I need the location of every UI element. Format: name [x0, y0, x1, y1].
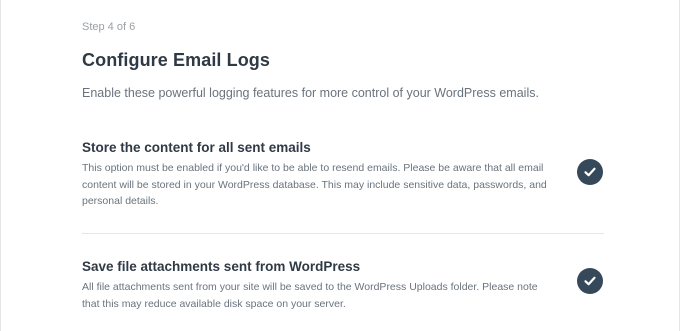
setup-wizard-panel: Step 4 of 6 Configure Email Logs Enable …	[0, 0, 680, 331]
page-title: Configure Email Logs	[82, 50, 271, 70]
section-divider	[82, 233, 604, 234]
option-store-email-content: Store the content for all sent emails Th…	[82, 139, 604, 210]
store-content-toggle[interactable]	[577, 159, 603, 185]
checkmark-icon	[584, 167, 596, 177]
save-attachments-toggle[interactable]	[577, 268, 603, 294]
option-save-attachments: Save file attachments sent from WordPres…	[82, 258, 604, 312]
checkmark-icon	[584, 276, 596, 286]
option-description: This option must be enabled if you'd lik…	[82, 162, 547, 207]
option-title: Store the content for all sent emails	[82, 140, 311, 155]
option-title: Save file attachments sent from WordPres…	[82, 259, 361, 274]
page-subtitle: Enable these powerful logging features f…	[82, 86, 539, 100]
option-description: All file attachments sent from your site…	[82, 281, 538, 310]
step-indicator: Step 4 of 6	[82, 21, 136, 33]
